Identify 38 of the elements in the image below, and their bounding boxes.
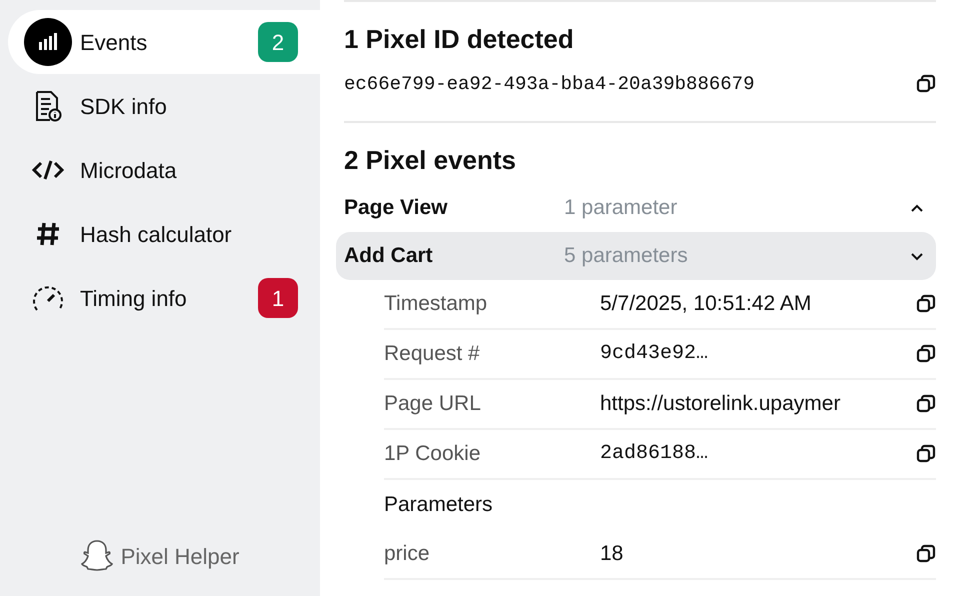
field-value: 2ad86188…	[600, 441, 708, 467]
chevron-up-icon	[910, 204, 924, 212]
field-label: Timestamp	[384, 292, 488, 316]
field-value: 5/7/2025, 10:51:42 AM	[600, 291, 812, 318]
copy-icon[interactable]	[916, 544, 936, 564]
count-badge: 2	[258, 22, 298, 62]
copy-icon[interactable]	[916, 294, 936, 314]
field-value: https://ustorelink.upaymer	[600, 391, 840, 418]
event-name: Page View	[344, 195, 449, 222]
copy-icon[interactable]	[916, 344, 936, 364]
field-label: Page URL	[384, 392, 481, 416]
sidebar-item[interactable]: Events 2	[8, 10, 320, 74]
field-value: 9cd43e92…	[600, 341, 708, 367]
field-label: Request #	[384, 342, 480, 366]
section-heading: 1 Pixel ID detected	[344, 23, 575, 56]
parameters-heading: Parameters	[384, 492, 493, 518]
count-badge: 1	[258, 278, 298, 318]
section-heading: 2 Pixel events	[344, 144, 517, 177]
sidebar-item[interactable]: SDK info	[8, 74, 320, 138]
chevron-down-icon	[910, 252, 924, 260]
event-row[interactable]: Add Cart 5 parameters	[336, 232, 936, 280]
field-value: 18	[600, 541, 624, 568]
parameter-count: 5 parameters	[564, 243, 688, 270]
sidebar-item[interactable]: Timing info 1	[8, 266, 320, 330]
sidebar-item[interactable]: Microdata	[8, 138, 320, 202]
event-name: Add Cart	[344, 243, 434, 270]
event-row[interactable]: Page View 1 parameter	[336, 184, 936, 232]
copy-icon[interactable]	[916, 444, 936, 464]
field-label: 1P Cookie	[384, 442, 481, 466]
app-name: Pixel Helper	[120, 542, 240, 571]
ghost-icon	[80, 539, 113, 573]
copy-icon[interactable]	[916, 394, 936, 414]
chart-icon	[24, 18, 72, 66]
pixel-id: ec66e799-ea92-493a-bba4-20a39b886679	[344, 72, 754, 97]
sidebar-item[interactable]: Hash calculator	[8, 202, 320, 266]
field-label: price	[384, 542, 430, 566]
parameter-count: 1 parameter	[564, 195, 678, 222]
copy-icon[interactable]	[916, 74, 936, 94]
